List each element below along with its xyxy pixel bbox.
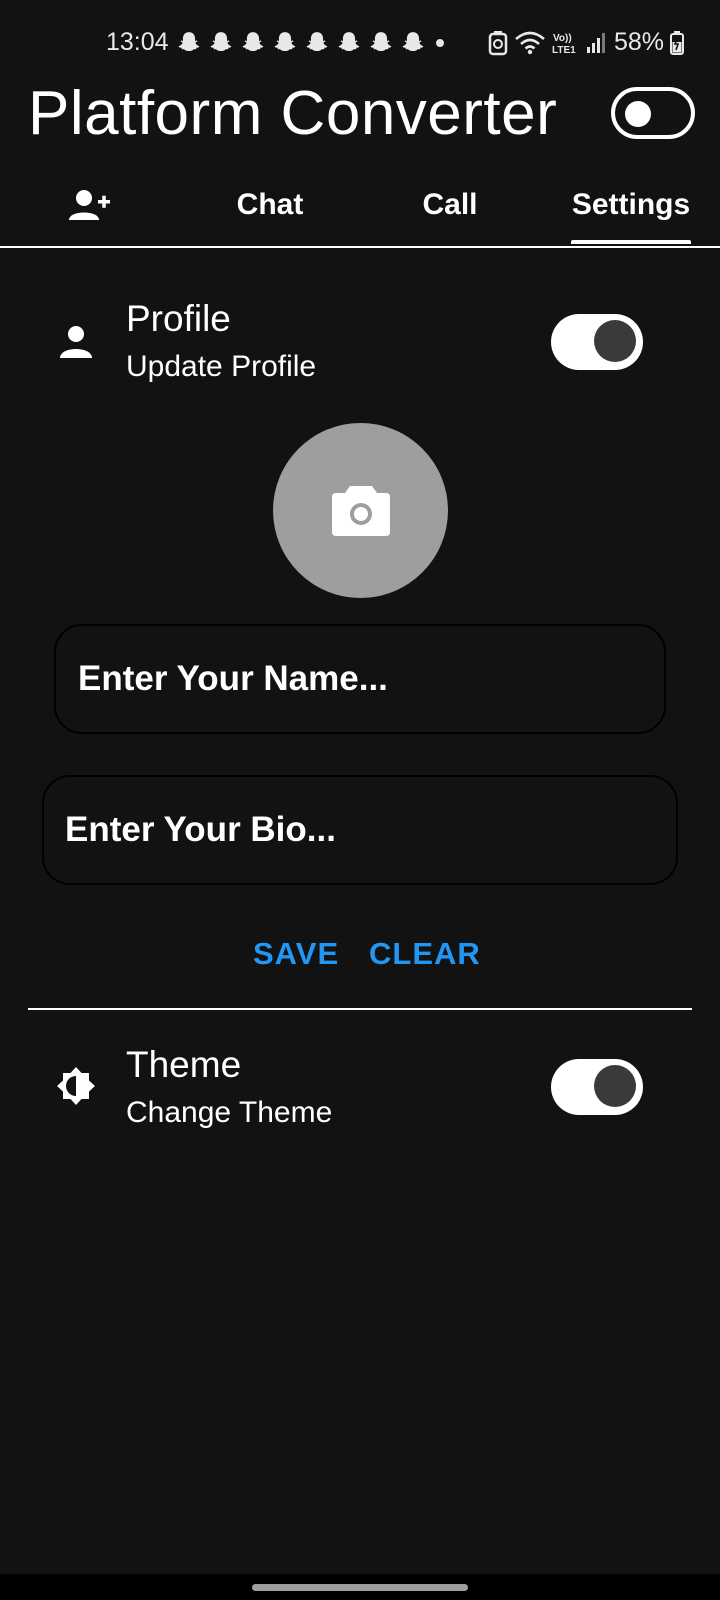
battery-charging-icon [670,30,685,55]
bio-field[interactable]: Enter Your Bio... [42,775,678,885]
save-button[interactable]: SAVE [253,936,339,972]
more-notifications-dot [436,39,444,47]
tab-divider [0,246,720,248]
switch-knob [594,1065,636,1107]
name-field[interactable]: Enter Your Name... [54,624,666,734]
avatar[interactable] [273,423,448,598]
tab-chat[interactable]: Chat [210,168,330,242]
profile-icon-wrap [56,322,96,367]
switch-knob [594,320,636,362]
person-add-icon [69,190,110,220]
status-icons: Vo)) LTE1 58% [488,28,685,57]
svg-text:Vo)): Vo)) [553,33,572,44]
wifi-icon [515,31,545,54]
name-placeholder: Enter Your Name... [78,659,388,698]
snapchat-icon [178,32,200,52]
battery-saver-icon [488,30,508,55]
dark-mode-toggle[interactable] [611,87,695,139]
snapchat-icon [306,32,328,52]
tab-call[interactable]: Call [390,168,510,242]
tab-bar: Chat Call Settings [0,168,720,244]
theme-switch[interactable] [551,1059,643,1115]
snapchat-icon [274,32,296,52]
camera-icon [331,485,390,536]
signal-icon [587,32,605,53]
notification-icons [176,30,426,56]
person-icon [60,326,92,358]
tab-settings[interactable]: Settings [561,168,701,242]
battery-percent: 58% [614,28,665,56]
profile-title: Profile [126,298,231,339]
svg-text:LTE1: LTE1 [552,45,576,56]
home-handle[interactable] [252,1584,468,1591]
brightness-icon [57,1067,95,1105]
volte-icon: Vo))LTE1 [552,33,576,56]
theme-subtitle: Change Theme [126,1096,333,1129]
tab-add-contact[interactable] [30,168,150,242]
toggle-knob [625,101,651,127]
page-title: Platform Converter [28,79,558,148]
status-time: 13:04 [106,28,169,56]
snapchat-icon [370,32,392,52]
tab-indicator [571,240,691,244]
theme-icon-wrap [56,1066,96,1111]
snapchat-icon [210,32,232,52]
status-bar: 13:04 Vo)) LTE1 58% [0,0,720,84]
clear-button[interactable]: CLEAR [369,936,481,972]
snapchat-icon [338,32,360,52]
snapchat-icon [402,32,424,52]
section-divider [28,1008,692,1010]
navigation-bar [0,1574,720,1600]
profile-switch[interactable] [551,314,643,370]
theme-title: Theme [126,1044,242,1085]
bio-placeholder: Enter Your Bio... [65,810,336,849]
snapchat-icon [242,32,264,52]
profile-subtitle: Update Profile [126,350,317,383]
